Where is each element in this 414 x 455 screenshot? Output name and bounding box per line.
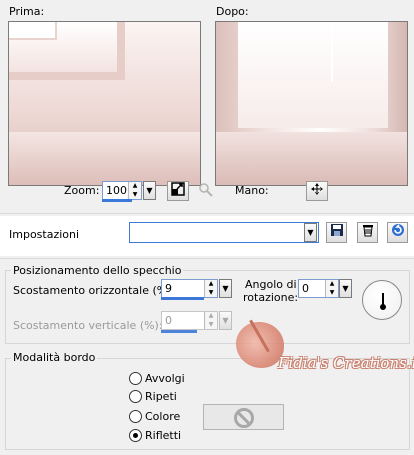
palette-logo xyxy=(236,322,284,368)
v-offset-underline xyxy=(161,330,197,333)
h-offset-spinner[interactable]: ▲ ▼ xyxy=(204,280,217,297)
zoom-input[interactable]: 100 ▲ ▼ xyxy=(102,181,142,200)
fit-window-icon[interactable] xyxy=(167,181,189,201)
watermark-text: Fidia's Creations.it xyxy=(278,354,414,372)
radio-ripeti-label: Ripeti xyxy=(145,390,177,403)
angle-spinner[interactable]: ▲ ▼ xyxy=(325,280,338,297)
before-preview xyxy=(8,21,201,186)
separator-top xyxy=(0,213,414,214)
angle-input[interactable]: 0 ▲ ▼ xyxy=(298,279,339,298)
h-offset-value: 9 xyxy=(165,282,172,295)
radio-colore-label: Colore xyxy=(145,410,181,423)
zoom-spinner[interactable]: ▲ ▼ xyxy=(128,182,141,199)
radio-rifletti-label: Rifletti xyxy=(145,429,182,442)
angle-value: 0 xyxy=(302,282,309,295)
angle-label-line1: Angolo di xyxy=(245,278,297,291)
h-offset-input[interactable]: 9 ▲ ▼ xyxy=(161,279,218,298)
mirror-group-title: Posizionamento dello specchio xyxy=(11,264,184,277)
move-arrows-icon[interactable] xyxy=(306,181,328,201)
h-offset-underline xyxy=(161,297,204,300)
radio-rifletti[interactable] xyxy=(129,429,142,442)
h-offset-label: Scostamento orizzontale (%): xyxy=(13,284,176,297)
h-offset-dropdown-button[interactable]: ▼ xyxy=(219,279,232,298)
settings-label: Impostazioni xyxy=(9,228,80,241)
pan-label: Mano: xyxy=(235,184,269,197)
radio-avvolgi[interactable] xyxy=(129,372,142,385)
angle-label-line2: rotazione: xyxy=(243,291,299,304)
settings-dropdown-button[interactable]: ▼ xyxy=(304,223,317,242)
radio-avvolgi-label: Avvolgi xyxy=(145,372,185,385)
angle-dropdown-button[interactable]: ▼ xyxy=(339,279,352,298)
after-label: Dopo: xyxy=(216,5,249,18)
settings-select[interactable]: ▼ xyxy=(129,222,319,243)
v-offset-value: 0 xyxy=(165,314,172,327)
v-offset-dropdown-button[interactable]: ▼ xyxy=(219,311,232,330)
zoom-tool-icon xyxy=(195,181,217,201)
edge-group-title: Modalità bordo xyxy=(11,351,98,364)
after-preview xyxy=(215,21,408,186)
radio-colore[interactable] xyxy=(129,410,142,423)
v-offset-spinner[interactable]: ▲ ▼ xyxy=(204,312,217,329)
separator-mid xyxy=(0,258,414,259)
angle-dial[interactable] xyxy=(362,280,402,320)
before-label: Prima: xyxy=(9,5,45,18)
zoom-value: 100 xyxy=(106,184,127,197)
zoom-underline xyxy=(102,199,132,202)
floppy-save-icon[interactable] xyxy=(326,222,347,243)
watermark: Fidia's Creations.it xyxy=(236,318,414,390)
v-offset-label: Scostamento verticale (%): xyxy=(13,319,163,332)
no-color-icon xyxy=(234,408,254,428)
zoom-dropdown-button[interactable]: ▼ xyxy=(143,181,156,200)
reset-icon[interactable] xyxy=(387,222,408,243)
v-offset-input[interactable]: 0 ▲ ▼ xyxy=(161,311,218,330)
color-swatch[interactable] xyxy=(203,404,284,430)
trash-icon[interactable] xyxy=(357,222,378,243)
zoom-label: Zoom: xyxy=(64,184,100,197)
radio-ripeti[interactable] xyxy=(129,390,142,403)
